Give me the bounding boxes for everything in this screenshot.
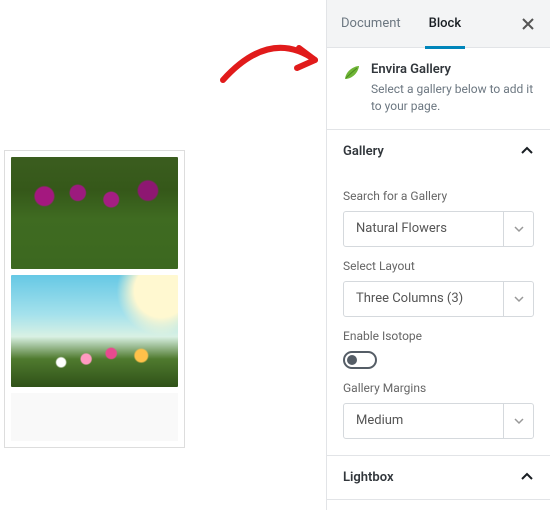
search-gallery-select[interactable]: Natural Flowers <box>343 211 534 247</box>
select-layout-label: Select Layout <box>343 259 534 273</box>
panel-gallery: Gallery Search for a Gallery Natural Flo… <box>327 130 550 456</box>
panel-lightbox: Lightbox <box>327 456 550 500</box>
panel-lightbox-title: Lightbox <box>343 470 394 485</box>
chevron-down-icon <box>503 282 533 316</box>
panel-lightbox-toggle[interactable]: Lightbox <box>327 456 550 499</box>
annotation-arrow <box>215 20 335 100</box>
search-gallery-value: Natural Flowers <box>344 221 503 236</box>
gallery-image-2 <box>11 275 178 387</box>
gallery-margins-label: Gallery Margins <box>343 381 534 395</box>
chevron-down-icon <box>503 212 533 246</box>
gallery-margins-value: Medium <box>344 413 503 428</box>
search-gallery-label: Search for a Gallery <box>343 189 534 203</box>
sidebar-tabs: Document Block <box>327 0 550 48</box>
leaf-icon <box>343 64 361 115</box>
enable-isotope-label: Enable Isotope <box>343 329 534 343</box>
select-layout-select[interactable]: Three Columns (3) <box>343 281 534 317</box>
chevron-down-icon <box>503 404 533 438</box>
close-sidebar-button[interactable] <box>506 0 550 48</box>
panel-gallery-toggle[interactable]: Gallery <box>327 130 550 173</box>
editor-canvas <box>0 0 326 510</box>
select-layout-value: Three Columns (3) <box>344 291 503 306</box>
enable-isotope-toggle[interactable] <box>343 351 377 369</box>
block-description: Select a gallery below to add it to your… <box>371 81 534 115</box>
gallery-preview-block[interactable] <box>4 150 185 448</box>
block-title: Envira Gallery <box>371 62 534 77</box>
panel-gallery-title: Gallery <box>343 144 384 159</box>
tab-document[interactable]: Document <box>327 0 415 48</box>
chevron-up-icon <box>520 144 534 158</box>
block-settings-sidebar: Document Block Envira Gallery Select a g… <box>326 0 550 510</box>
close-icon <box>520 16 536 32</box>
gallery-margins-select[interactable]: Medium <box>343 403 534 439</box>
chevron-up-icon <box>520 470 534 484</box>
tab-block[interactable]: Block <box>415 0 475 48</box>
gallery-image-placeholder <box>11 393 178 441</box>
block-header: Envira Gallery Select a gallery below to… <box>327 48 550 130</box>
gallery-image-1 <box>11 157 178 269</box>
